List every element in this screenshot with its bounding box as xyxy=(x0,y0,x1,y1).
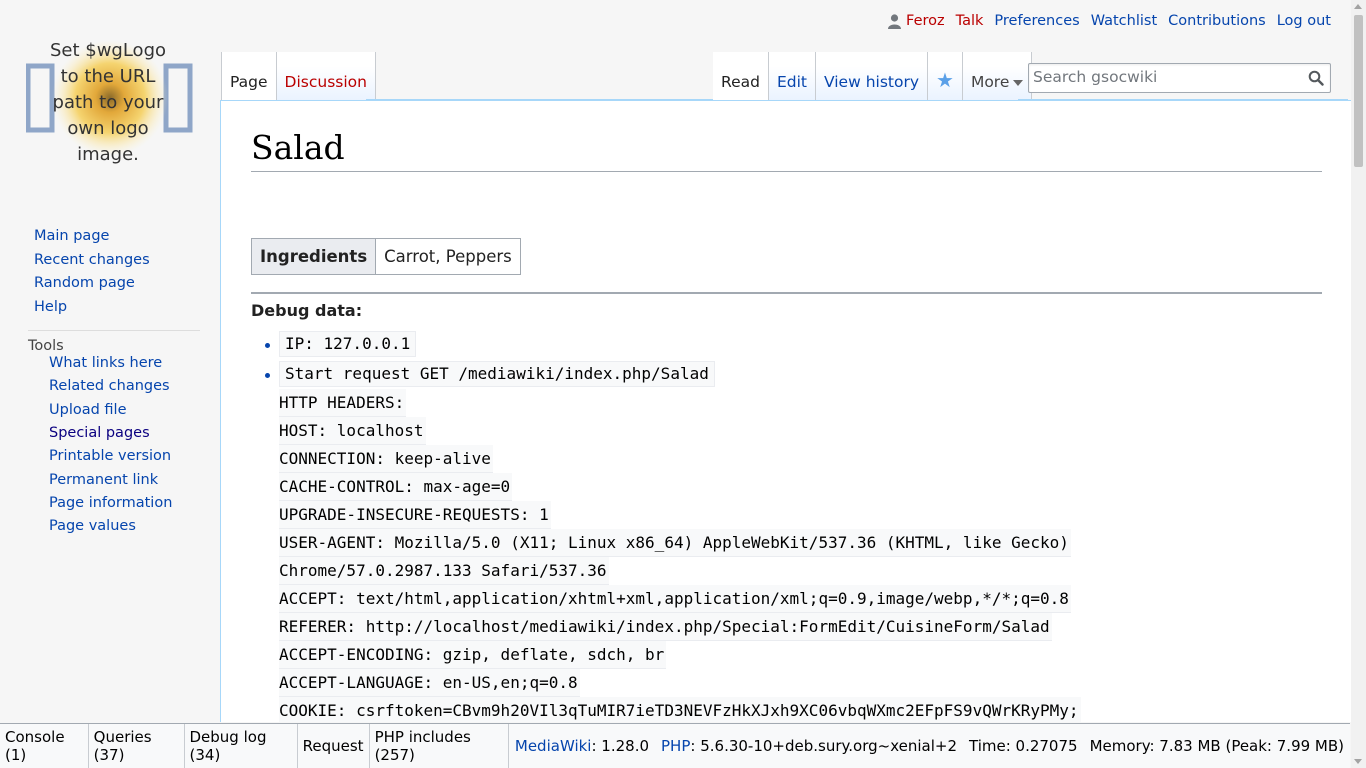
sidebar-item-page-values[interactable]: Page values xyxy=(0,515,220,538)
watch-star-button[interactable]: ★ xyxy=(928,52,963,100)
php-includes-button[interactable]: PHP includes (257) xyxy=(370,723,509,768)
debug-heading: Debug data: xyxy=(251,301,363,320)
sidebar-item-main-page[interactable]: Main page xyxy=(0,225,220,249)
debug-line: ACCEPT: text/html,application/xhtml+xml,… xyxy=(279,585,1071,613)
php-version-value: : 5.6.30-10+deb.sury.org~xenial+2 xyxy=(690,737,957,755)
php-link[interactable]: PHP xyxy=(661,737,690,755)
more-label: More xyxy=(970,73,1010,91)
title-divider xyxy=(251,171,1322,172)
infobox-key: Ingredients xyxy=(250,238,377,275)
search-box xyxy=(1028,63,1331,93)
tabs-underline xyxy=(366,99,713,100)
logo-placeholder-image: Set $wgLogo to the URL path to your own … xyxy=(25,40,193,165)
php-version: PHP: 5.6.30-10+deb.sury.org~xenial+2 xyxy=(655,737,963,755)
tools-heading: Tools xyxy=(28,329,200,353)
user-icon xyxy=(888,13,902,29)
logo-line-3: path to your xyxy=(53,92,165,113)
list-item: Start request GET /mediawiki/index.php/S… xyxy=(251,361,1081,722)
sidebar-item-help[interactable]: Help xyxy=(0,296,220,320)
debug-request: Start request GET /mediawiki/index.php/S… xyxy=(279,361,715,387)
sidebar: Main page Recent changes Random page Hel… xyxy=(0,225,220,539)
queries-button[interactable]: Queries (37) xyxy=(89,723,185,768)
memory-usage: Memory: 7.83 MB (Peak: 7.99 MB) xyxy=(1089,737,1345,755)
logo-line-5: image. xyxy=(77,144,139,165)
debug-toolbar: Console (1) Queries (37) Debug log (34) … xyxy=(0,723,1350,768)
preferences-link[interactable]: Preferences xyxy=(994,13,1079,29)
table-row: Ingredients Carrot, Peppers xyxy=(250,238,521,275)
talk-link[interactable]: Talk xyxy=(956,13,984,29)
infobox-value: Carrot, Peppers xyxy=(375,238,521,275)
chevron-down-icon xyxy=(1013,80,1024,86)
scroll-down-icon[interactable] xyxy=(1354,759,1362,764)
page-title: Salad xyxy=(251,128,345,167)
namespace-tabs: Page Discussion xyxy=(221,52,376,100)
section-divider xyxy=(251,292,1322,294)
site-logo[interactable]: Set $wgLogo to the URL path to your own … xyxy=(25,36,194,168)
user-name: Feroz xyxy=(906,13,945,29)
list-item: IP: 127.0.0.1 xyxy=(251,331,1081,361)
logo-line-2: to the URL xyxy=(61,66,156,87)
sidebar-item-what-links-here[interactable]: What links here xyxy=(0,352,220,375)
search-input[interactable] xyxy=(1029,64,1289,90)
watchlist-link[interactable]: Watchlist xyxy=(1091,13,1157,29)
sidebar-item-recent-changes[interactable]: Recent changes xyxy=(0,249,220,273)
mediawiki-link[interactable]: MediaWiki xyxy=(515,737,592,755)
star-icon: ★ xyxy=(936,68,954,92)
tab-page[interactable]: Page xyxy=(222,52,277,100)
logo-line-4: own logo xyxy=(67,118,148,139)
tabs-underline xyxy=(1018,99,1348,100)
debug-line: USER-AGENT: Mozilla/5.0 (X11; Linux x86_… xyxy=(279,529,1071,557)
view-tabs: Read Edit View history ★ More xyxy=(713,52,1033,100)
sidebar-item-upload-file[interactable]: Upload file xyxy=(0,399,220,422)
logo-line-1: Set $wgLogo xyxy=(50,40,166,61)
debug-line: ACCEPT-ENCODING: gzip, deflate, sdch, br xyxy=(279,641,667,669)
sidebar-item-permanent-link[interactable]: Permanent link xyxy=(0,469,220,492)
request-time: Time: 0.27075 xyxy=(969,737,1078,755)
infobox-table: Ingredients Carrot, Peppers xyxy=(250,238,521,275)
bullet-icon xyxy=(265,343,270,348)
contributions-link[interactable]: Contributions xyxy=(1168,13,1266,29)
user-link[interactable]: Feroz xyxy=(888,13,945,29)
logout-link[interactable]: Log out xyxy=(1277,13,1331,29)
personal-tools: Feroz Talk Preferences Watchlist Contrib… xyxy=(888,13,1331,29)
mediawiki-version: MediaWiki: 1.28.0 xyxy=(509,737,655,755)
sidebar-item-random-page[interactable]: Random page xyxy=(0,272,220,296)
debug-line: HTTP HEADERS: xyxy=(279,389,407,417)
content-area: Salad Ingredients Carrot, Peppers Debug … xyxy=(220,100,1351,722)
debug-log-button[interactable]: Debug log (34) xyxy=(185,723,298,768)
vertical-scrollbar[interactable] xyxy=(1351,0,1366,768)
console-button[interactable]: Console (1) xyxy=(0,723,89,768)
sidebar-item-special-pages[interactable]: Special pages xyxy=(0,422,220,445)
mediawiki-version-value: : 1.28.0 xyxy=(591,737,650,755)
sidebar-tools: What links here Related changes Upload f… xyxy=(0,352,220,539)
debug-line: CACHE-CONTROL: max-age=0 xyxy=(279,473,513,501)
more-menu[interactable]: More xyxy=(962,52,1033,100)
sidebar-item-page-information[interactable]: Page information xyxy=(0,492,220,515)
debug-line: CONNECTION: keep-alive xyxy=(279,445,493,473)
debug-list: IP: 127.0.0.1 Start request GET /mediawi… xyxy=(251,331,1081,722)
tab-discussion[interactable]: Discussion xyxy=(276,52,376,100)
tab-edit[interactable]: Edit xyxy=(768,52,816,100)
request-button[interactable]: Request xyxy=(298,723,370,768)
bullet-icon xyxy=(265,373,270,378)
debug-ip: IP: 127.0.0.1 xyxy=(279,331,417,357)
debug-line: COOKIE: csrftoken=CBvm9h20VIl3qTuMIR7ieT… xyxy=(279,697,1081,722)
search-icon[interactable] xyxy=(1308,70,1324,86)
debug-line: UPGRADE-INSECURE-REQUESTS: 1 xyxy=(279,501,551,529)
debug-line: ACCEPT-LANGUAGE: en-US,en;q=0.8 xyxy=(279,669,580,697)
scrollbar-thumb[interactable] xyxy=(1354,15,1363,167)
debug-line: Chrome/57.0.2987.133 Safari/537.36 xyxy=(279,557,609,585)
debug-headers: HTTP HEADERS: HOST: localhost CONNECTION… xyxy=(279,389,1081,722)
sidebar-item-related-changes[interactable]: Related changes xyxy=(0,375,220,398)
tab-view-history[interactable]: View history xyxy=(815,52,929,100)
tab-read[interactable]: Read xyxy=(713,52,769,100)
sidebar-navigation: Main page Recent changes Random page Hel… xyxy=(0,225,220,320)
scroll-up-icon[interactable] xyxy=(1354,4,1362,9)
sidebar-item-printable-version[interactable]: Printable version xyxy=(0,445,220,468)
debug-line: HOST: localhost xyxy=(279,417,426,445)
debug-line: REFERER: http://localhost/mediawiki/inde… xyxy=(279,613,1052,641)
